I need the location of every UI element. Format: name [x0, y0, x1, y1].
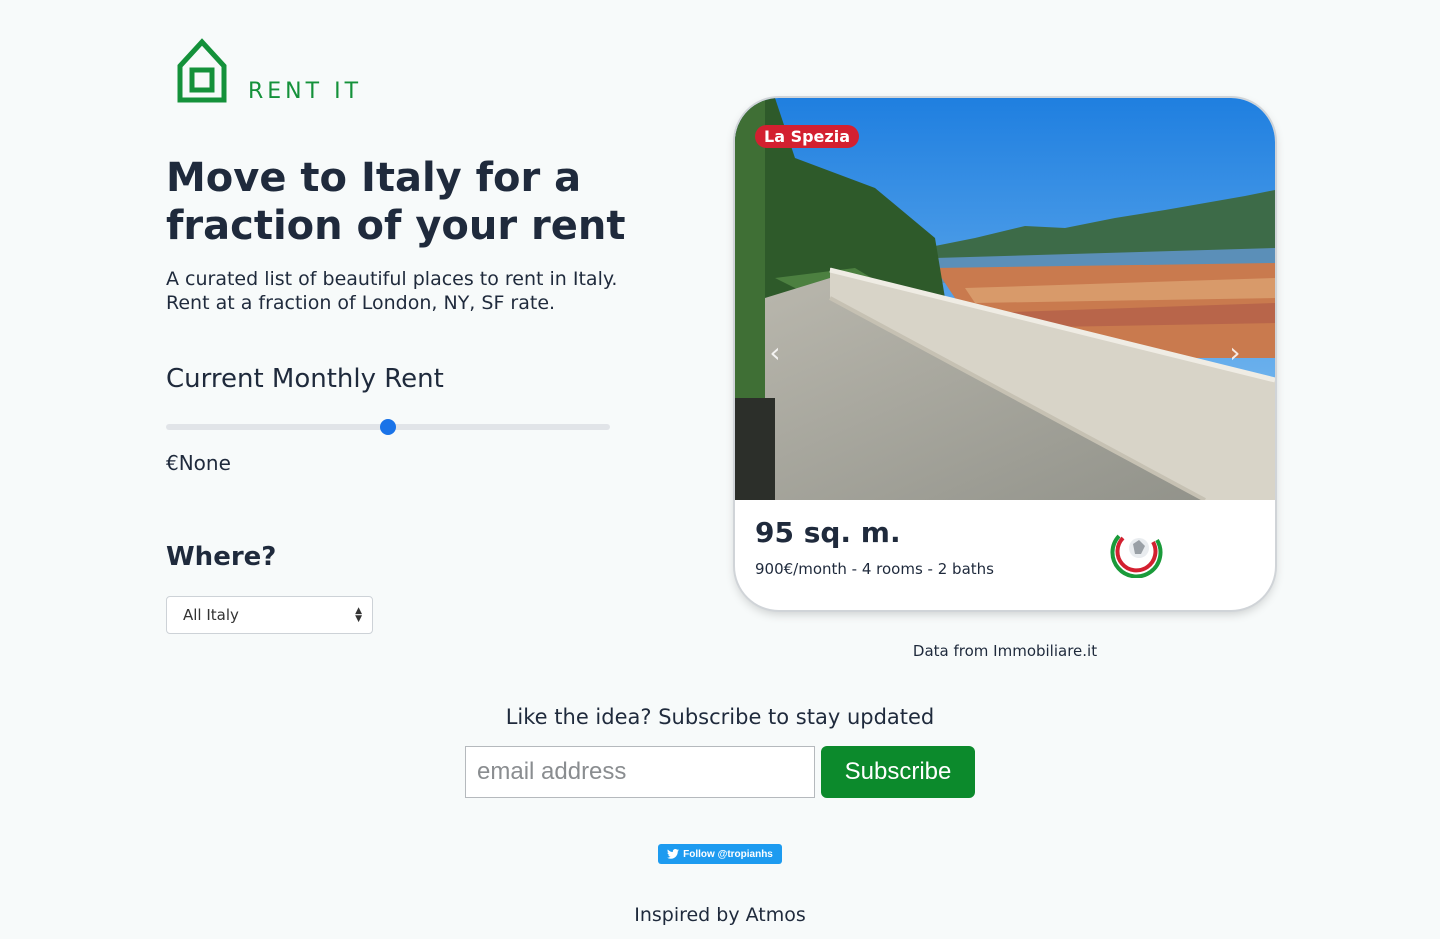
twitter-bird-icon [667, 849, 680, 859]
agency-logo-icon [1109, 520, 1165, 578]
listing-photo: La Spezia ‹ › [735, 98, 1275, 500]
house-icon [177, 38, 227, 103]
email-field[interactable] [465, 746, 815, 798]
inspired-by-note: Inspired by Atmos [634, 904, 806, 926]
brand-logo[interactable]: RENT IT [176, 38, 362, 104]
subtitle-line-1: A curated list of beautiful places to re… [166, 268, 618, 290]
rent-value: €None [166, 451, 231, 475]
subscribe-button[interactable]: Subscribe [821, 746, 975, 798]
data-source-note: Data from Immobiliare.it [912, 642, 1098, 660]
region-select[interactable]: All Italy ▲ ▼ [166, 596, 373, 634]
twitter-follow-button[interactable]: Follow @tropianhs [658, 844, 782, 864]
page-subtitle: A curated list of beautiful places to re… [166, 267, 686, 315]
select-arrows-icon: ▲ ▼ [355, 606, 362, 624]
rent-label: Current Monthly Rent [166, 364, 444, 394]
where-label: Where? [166, 542, 277, 572]
listing-area: 95 sq. m. [755, 516, 901, 549]
twitter-follow-label: Follow @tropianhs [683, 848, 773, 860]
subtitle-line-2: Rent at a fraction of London, NY, SF rat… [166, 292, 556, 314]
page-title: Move to Italy for a fraction of your ren… [166, 155, 626, 249]
rent-slider[interactable] [166, 419, 610, 435]
chevron-left-icon[interactable]: ‹ [763, 338, 787, 368]
city-badge: La Spezia [755, 125, 859, 148]
listing-details: 900€/month - 4 rooms - 2 baths [755, 560, 994, 578]
rent-slider-thumb[interactable] [380, 419, 396, 435]
region-select-value: All Italy [183, 606, 239, 624]
brand-name: RENT IT [248, 79, 363, 104]
listing-card[interactable]: La Spezia ‹ › 95 sq. m. 900€/month - 4 r… [735, 98, 1275, 610]
chevron-right-icon[interactable]: › [1223, 338, 1247, 368]
subscribe-heading: Like the idea? Subscribe to stay updated [505, 705, 935, 729]
